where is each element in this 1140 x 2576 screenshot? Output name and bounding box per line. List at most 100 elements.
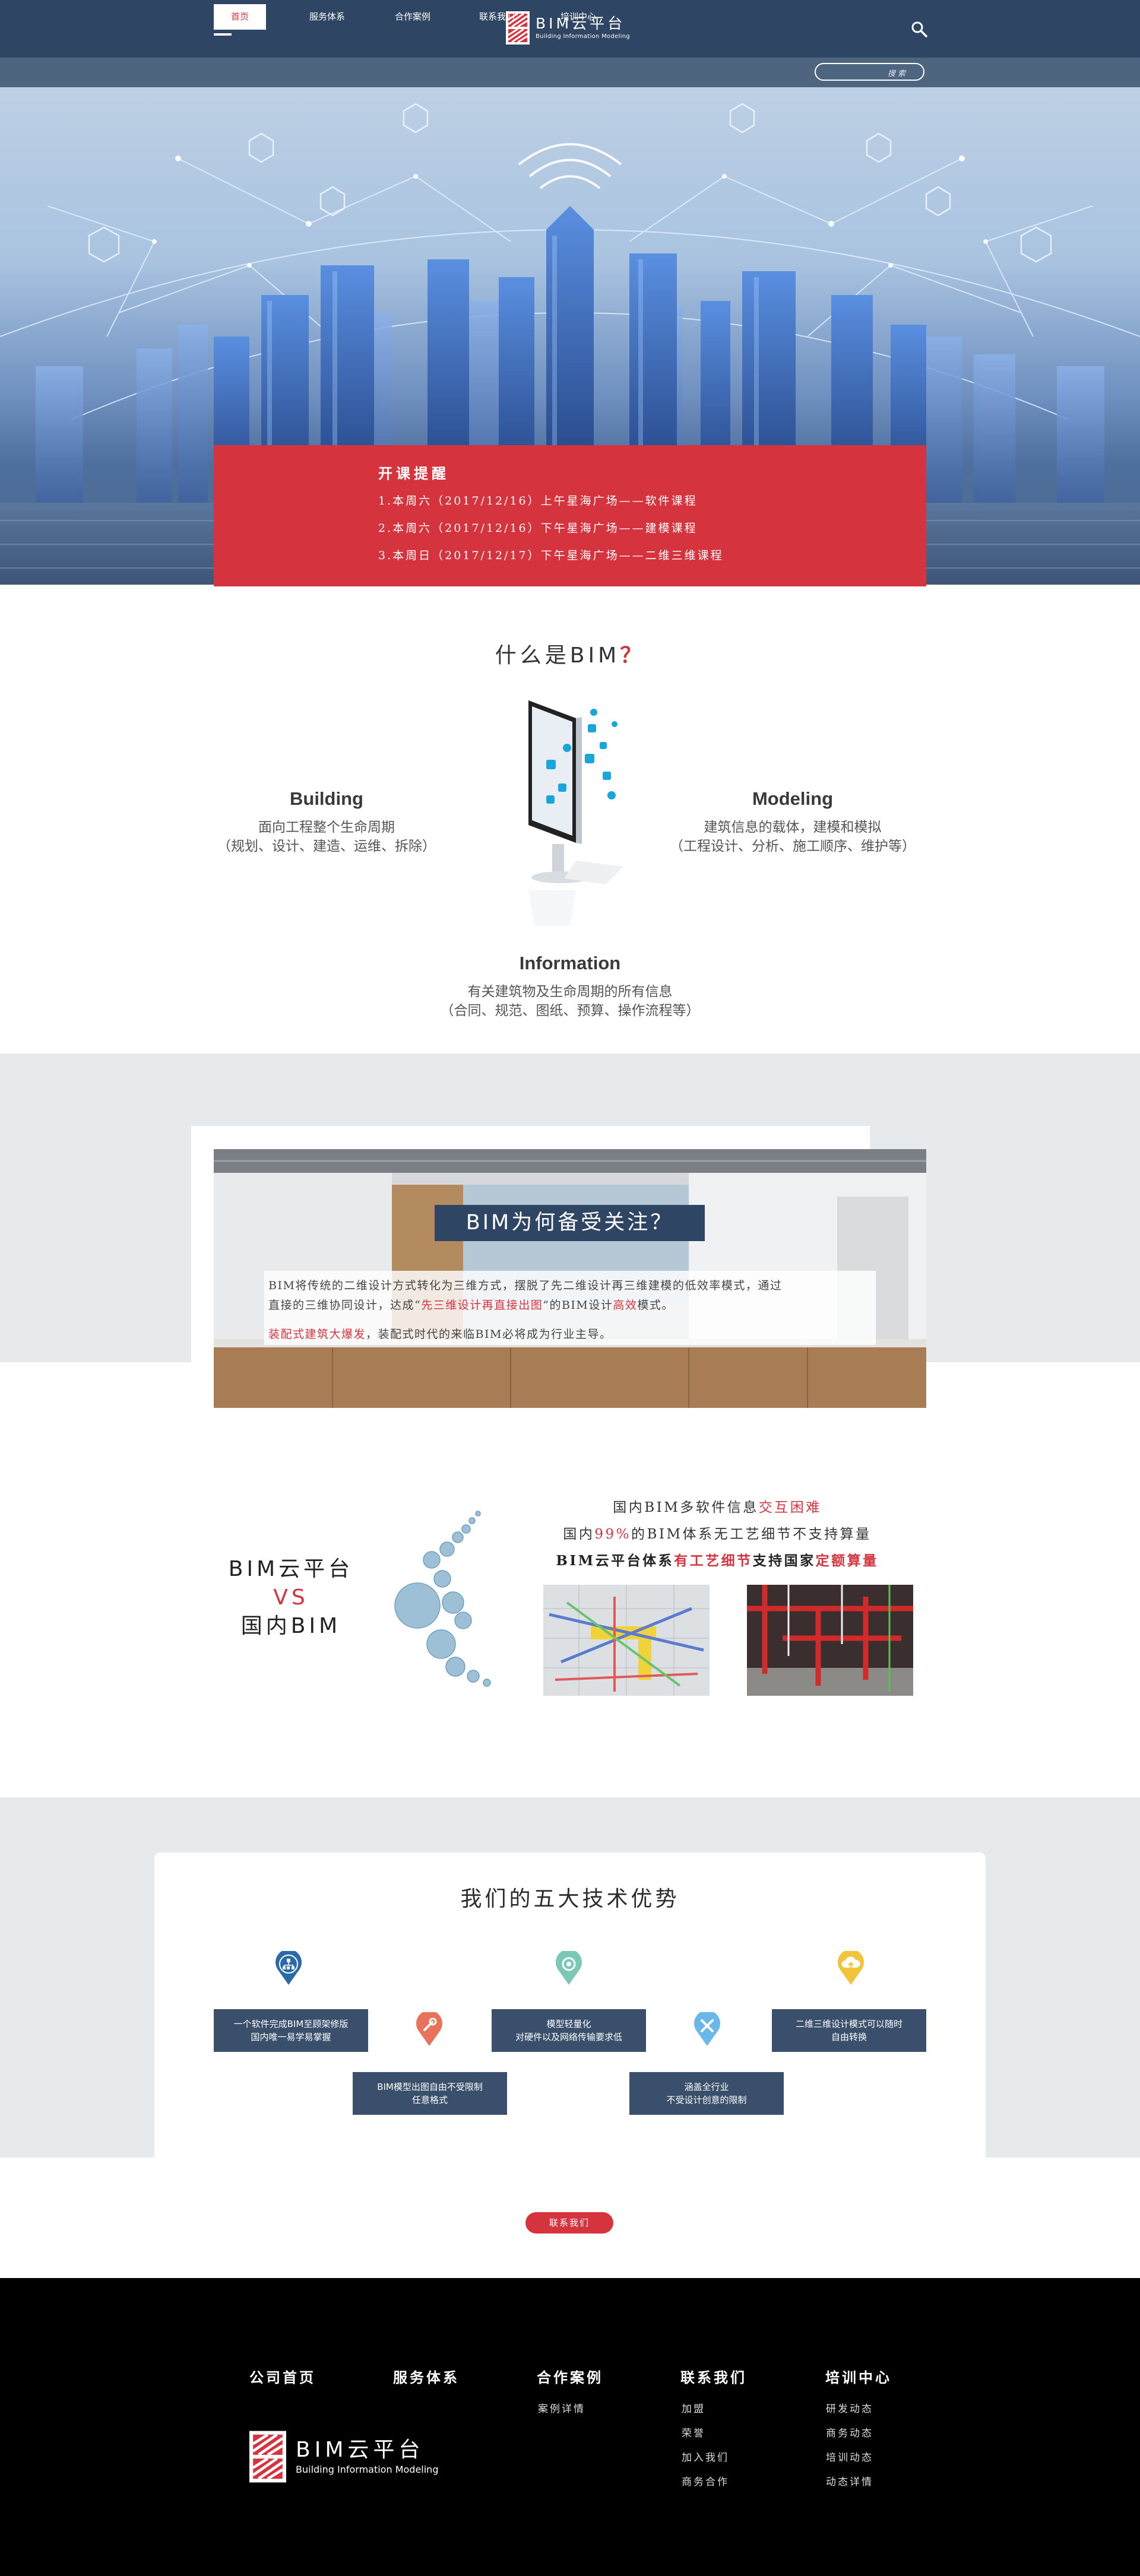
term-information: Information 有关建筑物及生命周期的所有信息 （合同、规范、图纸、预算…	[410, 953, 730, 1020]
footer-link-business-news[interactable]: 商务动态	[826, 2425, 873, 2439]
footer-logo-subtitle: Building Information Modeling	[296, 2464, 439, 2475]
vs-line-2: 国内99%的BIM体系无工艺细节不支持算量	[509, 1522, 925, 1543]
advantage-line: 自由转换	[831, 2032, 867, 2042]
term-information-head: Information	[519, 953, 621, 973]
why-description: BIM将传统的二维设计方式转化为三维方式，摆脱了先二维设计再三维建模的低效率模式…	[268, 1276, 880, 1344]
bubbles-decoration	[394, 1511, 491, 1687]
vs-line1-text: 国内BIM多软件信息	[613, 1500, 759, 1515]
vs-line-1: 国内BIM多软件信息交互困难	[509, 1496, 925, 1516]
tools-icon	[694, 2012, 720, 2046]
main-nav	[0, 58, 1140, 87]
logo-subtitle: Building Information Modeling	[536, 33, 630, 40]
computer-illustration	[528, 700, 623, 926]
footer-link-rd-news[interactable]: 研发动态	[826, 2400, 873, 2415]
nav-home[interactable]: 首页	[214, 4, 266, 30]
notice-title: 开课提醒	[378, 465, 449, 482]
vs-left-top: BIM云平台	[228, 1557, 354, 1581]
pipe-model-image-2	[747, 1585, 913, 1696]
footer-link-cases[interactable]: 合作案例	[537, 2366, 603, 2387]
advantage-item: 一个软件完成BIM至顾架修版 国内唯一易学易掌握	[214, 2009, 368, 2052]
notice-item[interactable]: 3.本周日（2017/12/17）下午星海广场——二维三维课程	[378, 549, 926, 562]
nav-cases[interactable]: 合作案例	[380, 4, 445, 30]
term-information-desc: 有关建筑物及生命周期的所有信息	[467, 984, 673, 1000]
course-notice: 开课提醒 1.本周六（2017/12/16）上午星海广场——软件课程 2.本周六…	[214, 445, 926, 586]
term-modeling-desc: 建筑信息的载体，建模和模拟	[704, 820, 882, 835]
advantage-item: 二维三维设计模式可以随时 自由转换	[772, 2009, 926, 2052]
footer-link-training[interactable]: 培训中心	[825, 2366, 892, 2387]
term-modeling-head: Modeling	[752, 788, 834, 809]
term-modeling: Modeling 建筑信息的载体，建模和模拟 （工程设计、分析、施工顺序、维护等…	[653, 788, 932, 856]
vs-label: VS	[273, 1585, 309, 1610]
footer-link-careers[interactable]: 加入我们	[682, 2449, 729, 2464]
advantage-line: 任意格式	[411, 2095, 448, 2105]
footer-link-honors[interactable]: 荣誉	[682, 2425, 705, 2439]
why-title: BIM为何备受关注？	[435, 1205, 705, 1241]
footer-logo-title: BIM云平台	[296, 2438, 425, 2462]
advantage-item: 模型轻量化 对硬件以及网络传输要求低	[492, 2009, 646, 2052]
term-building-detail: （规划、设计、建造、运维、拆除）	[217, 839, 436, 854]
why-text-1b: 直接的三维协同设计，达成“	[268, 1299, 422, 1312]
nav-search-input[interactable]: 搜 索	[815, 63, 924, 81]
footer-link-training-news[interactable]: 培训动态	[826, 2449, 873, 2464]
org-chart-icon	[276, 1951, 302, 1985]
vs-line-3: BIM云平台体系有工艺细节支持国家定额算量	[509, 1549, 925, 1569]
vs-line3-text-b: 支持国家	[752, 1553, 816, 1569]
search-icon[interactable]	[910, 20, 928, 38]
footer-link-news-detail[interactable]: 动态详情	[826, 2473, 873, 2488]
advantage-line: 涵盖全行业	[684, 2082, 729, 2092]
wrench-icon	[416, 2012, 442, 2046]
footer-link-services[interactable]: 服务体系	[393, 2366, 460, 2387]
nav-services[interactable]: 服务体系	[294, 4, 360, 30]
vs-heading: BIM云平台 VS 国内BIM	[214, 1555, 368, 1641]
lightweight-icon	[556, 1951, 582, 1985]
vs-line2-text: 国内	[563, 1527, 595, 1542]
nav-contact[interactable]: 联系我们	[464, 4, 530, 30]
vs-line3-highlight-b: 定额算量	[815, 1553, 879, 1569]
footer-logo[interactable]: BIM云平台 Building Information Modeling	[249, 2431, 438, 2483]
advantage-line: BIM模型出图自由不受限制	[377, 2082, 483, 2092]
term-building: Building 面向工程整个生命周期 （规划、设计、建造、运维、拆除）	[196, 788, 457, 856]
advantage-line: 一个软件完成BIM至顾架修版	[233, 2019, 349, 2029]
vs-line1-highlight: 交互困难	[758, 1500, 822, 1515]
vs-line3-text: BIM云平台体系	[556, 1553, 674, 1569]
term-building-head: Building	[290, 788, 363, 809]
advantage-line: 二维三维设计模式可以随时	[795, 2019, 902, 2029]
cloud-upload-icon	[838, 1951, 864, 1985]
term-building-desc: 面向工程整个生命周期	[258, 820, 395, 835]
notice-item[interactable]: 1.本周六（2017/12/16）上午星海广场——软件课程	[378, 494, 926, 507]
advantage-line: 不受设计创意的限制	[666, 2095, 747, 2105]
notice-item[interactable]: 2.本周六（2017/12/16）下午星海广场——建模课程	[378, 522, 926, 535]
advantage-line: 对硬件以及网络传输要求低	[515, 2032, 622, 2042]
contact-us-button[interactable]: 联系我们	[525, 2212, 613, 2234]
footer	[0, 2278, 1140, 2576]
advantage-line: 模型轻量化	[546, 2019, 591, 2029]
advantages-title: 我们的五大技术优势	[460, 1887, 680, 1911]
nav-training[interactable]: 培训中心	[543, 4, 614, 30]
why-highlight-1: 先三维设计再直接出图	[421, 1299, 543, 1312]
vs-line2-text-b: 的BIM体系无工艺细节不支持算量	[631, 1527, 872, 1542]
what-title-text: 什么是BIM	[495, 643, 620, 668]
why-text-2: ，装配式时代的来临BIM必将成为行业主导。	[366, 1328, 612, 1341]
why-text-1d: 模式。	[637, 1299, 674, 1312]
why-text-1a: BIM将传统的二维设计方式转化为三维方式，摆脱了先二维设计再三维建模的低效率模式…	[268, 1279, 783, 1292]
footer-link-contact[interactable]: 联系我们	[680, 2366, 747, 2387]
what-is-bim-title: 什么是BIM？	[0, 638, 1140, 669]
why-highlight-2: 高效	[613, 1299, 638, 1312]
vs-line3-highlight: 有工艺细节	[674, 1553, 753, 1569]
question-mark: ？	[620, 643, 645, 668]
advantage-line: 国内唯一易学易掌握	[251, 2032, 331, 2042]
why-highlight-3: 装配式建筑大爆发	[268, 1328, 366, 1341]
advantage-item: BIM模型出图自由不受限制 任意格式	[353, 2072, 507, 2115]
footer-link-business[interactable]: 商务合作	[682, 2473, 729, 2488]
footer-link-case-detail[interactable]: 案例详情	[538, 2400, 585, 2415]
vs-left-bottom: 国内BIM	[240, 1614, 341, 1638]
vs-line2-highlight: 99%	[594, 1527, 632, 1542]
footer-link-join[interactable]: 加盟	[682, 2400, 705, 2415]
term-information-detail: （合同、规范、图纸、预算、操作流程等）	[440, 1003, 700, 1019]
term-modeling-detail: （工程设计、分析、施工顺序、维护等）	[670, 839, 916, 854]
pipe-model-image-1	[543, 1585, 710, 1696]
footer-link-home[interactable]: 公司首页	[249, 2366, 316, 2387]
advantage-item: 涵盖全行业 不受设计创意的限制	[629, 2072, 784, 2115]
footer-logo-mark-icon	[249, 2431, 286, 2483]
why-text-1c: ”的BIM设计	[543, 1299, 613, 1312]
